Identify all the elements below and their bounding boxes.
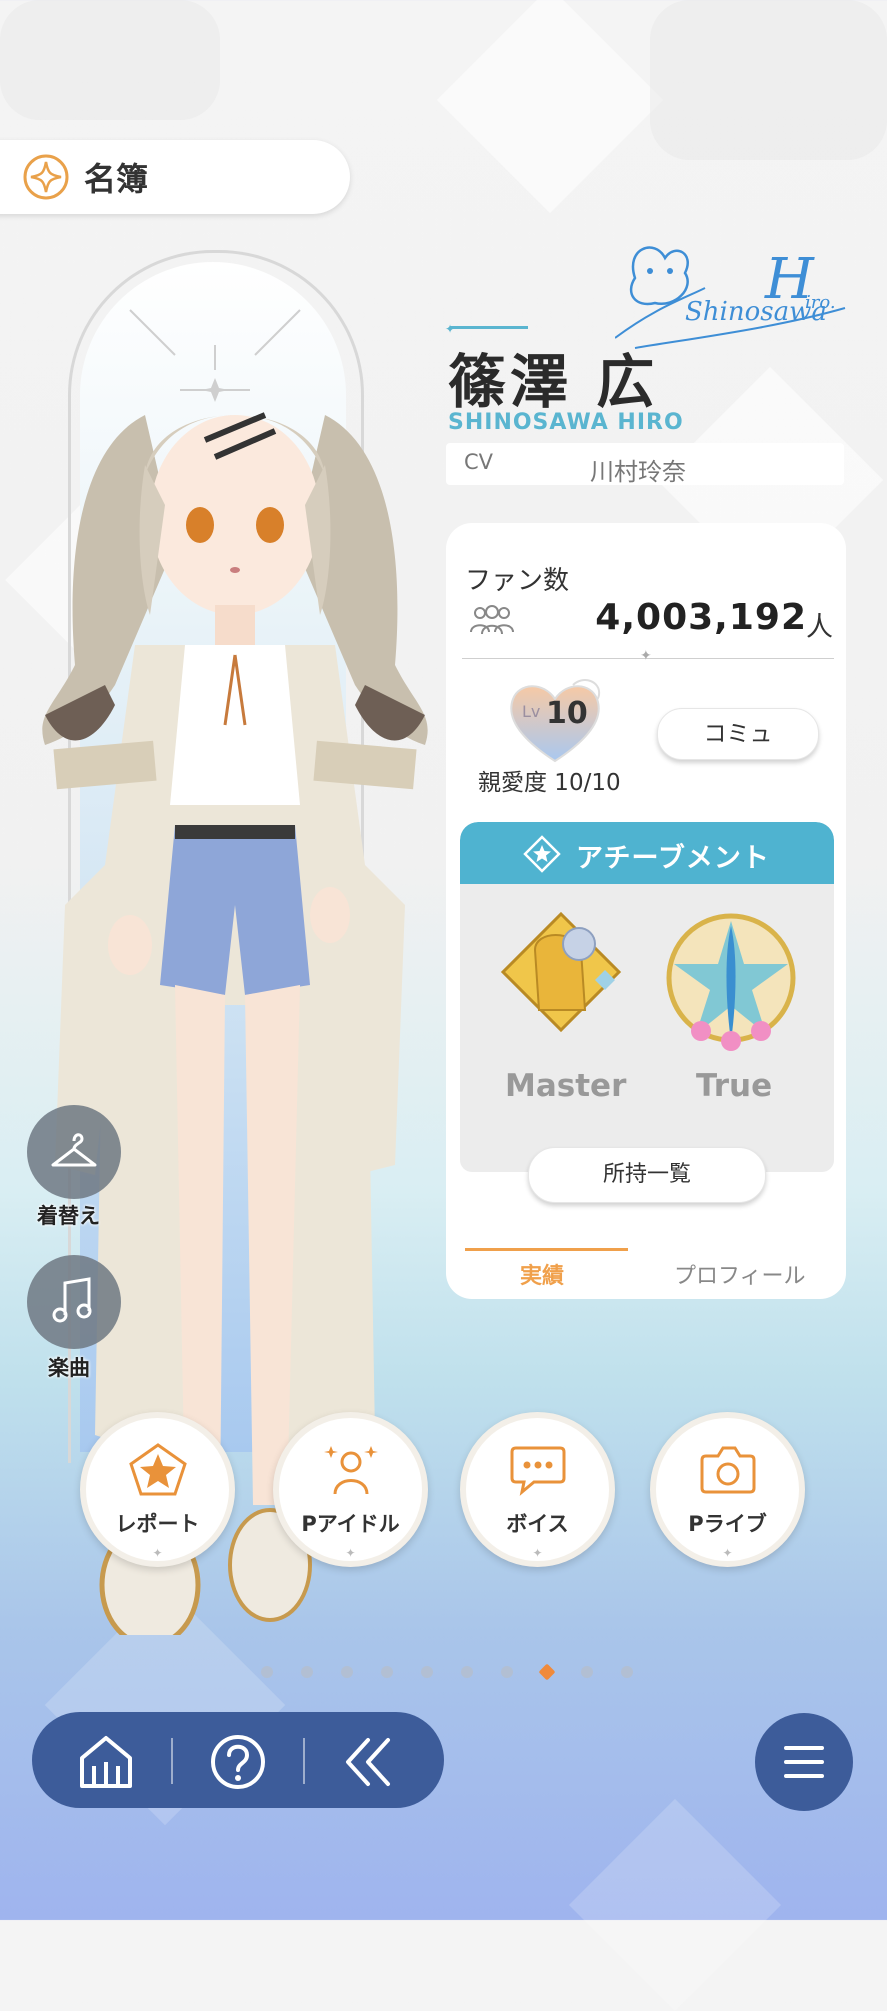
master-medal-label: Master	[505, 1068, 627, 1104]
help-icon[interactable]	[208, 1732, 268, 1792]
achievement-star-icon	[523, 835, 561, 873]
change-outfit-button[interactable]	[27, 1105, 121, 1199]
pentagon-star-icon	[128, 1443, 187, 1496]
owned-list-button[interactable]: 所持一覧	[528, 1147, 766, 1203]
name-accent-line	[450, 326, 528, 329]
fans-people-icon	[470, 605, 514, 635]
page-title: 名簿	[84, 160, 149, 198]
tab-active-indicator	[465, 1248, 628, 1251]
fan-count-label: ファン数	[465, 566, 570, 596]
p-idol-button[interactable]: Pアイドル ✦	[273, 1412, 428, 1567]
page-header: 名簿	[0, 140, 350, 214]
affinity-level-prefix: Lv	[522, 702, 541, 721]
nav-separator	[303, 1738, 305, 1784]
menu-button[interactable]	[755, 1713, 853, 1811]
nav-separator	[171, 1738, 173, 1784]
pager-dot[interactable]	[501, 1666, 513, 1678]
action-sparkle: ✦	[722, 1546, 733, 1560]
music-note-icon	[52, 1277, 92, 1323]
idol-name-roman: SHINOSAWA HIRO	[448, 410, 684, 435]
bg-diamond	[568, 1798, 782, 2011]
change-outfit-label: 着替え	[37, 1204, 100, 1228]
pager-dot[interactable]	[621, 1666, 633, 1678]
music-button[interactable]	[27, 1255, 121, 1349]
affinity-level-value: 10	[546, 696, 588, 731]
voice-button[interactable]: ボイス ✦	[460, 1412, 615, 1567]
svg-text:iro.: iro.	[805, 292, 836, 313]
fan-count-unit: 人	[806, 612, 833, 643]
commu-button[interactable]: コミュ	[657, 708, 819, 760]
pager-dot[interactable]	[381, 1666, 393, 1678]
achievement-header: アチーブメント	[460, 822, 834, 884]
pager-dot[interactable]	[581, 1666, 593, 1678]
action-sparkle: ✦	[345, 1546, 356, 1560]
affinity-text: 親愛度 10/10	[478, 770, 621, 796]
back-icon[interactable]	[338, 1732, 398, 1792]
pager-dot[interactable]	[421, 1666, 433, 1678]
master-medal-icon[interactable]	[495, 910, 627, 1050]
pager-dot[interactable]	[301, 1666, 313, 1678]
tab-achievements[interactable]: 実績	[520, 1258, 564, 1290]
bg-block	[650, 0, 887, 160]
hamburger-menu-icon	[784, 1746, 824, 1778]
p-live-label: Pライブ	[688, 1512, 767, 1536]
report-label: レポート	[115, 1512, 200, 1536]
cv-label: CV	[464, 450, 494, 474]
bg-block	[0, 0, 220, 120]
action-sparkle: ✦	[532, 1546, 543, 1560]
p-live-button[interactable]: Pライブ ✦	[650, 1412, 805, 1567]
fan-count-value: 4,003,192	[595, 597, 807, 638]
pager-dot-active[interactable]	[538, 1663, 556, 1681]
idol-person-icon	[323, 1446, 378, 1495]
chat-bubble-icon	[510, 1446, 565, 1496]
name-accent-sparkle: ✦	[445, 322, 456, 336]
pager-dot[interactable]	[261, 1666, 273, 1678]
divider-sparkle: ✦	[640, 648, 652, 664]
report-button[interactable]: レポート ✦	[80, 1412, 235, 1567]
hanger-icon	[51, 1133, 97, 1167]
bg-diamond	[436, 0, 664, 214]
true-medal-label: True	[696, 1068, 773, 1104]
camera-icon	[700, 1446, 755, 1494]
roster-emblem-icon	[23, 154, 69, 200]
idol-name: 篠澤 広	[448, 348, 659, 416]
action-sparkle: ✦	[152, 1546, 163, 1560]
home-icon[interactable]	[76, 1732, 136, 1792]
tab-profile[interactable]: プロフィール	[674, 1258, 806, 1290]
true-medal-icon[interactable]	[656, 906, 806, 1056]
pager-dot[interactable]	[341, 1666, 353, 1678]
cv-name: 川村玲奈	[590, 458, 686, 486]
achievement-title: アチーブメント	[576, 843, 770, 874]
music-label: 楽曲	[48, 1356, 90, 1380]
pager-dot[interactable]	[461, 1666, 473, 1678]
p-idol-label: Pアイドル	[301, 1512, 400, 1536]
voice-label: ボイス	[506, 1512, 569, 1536]
